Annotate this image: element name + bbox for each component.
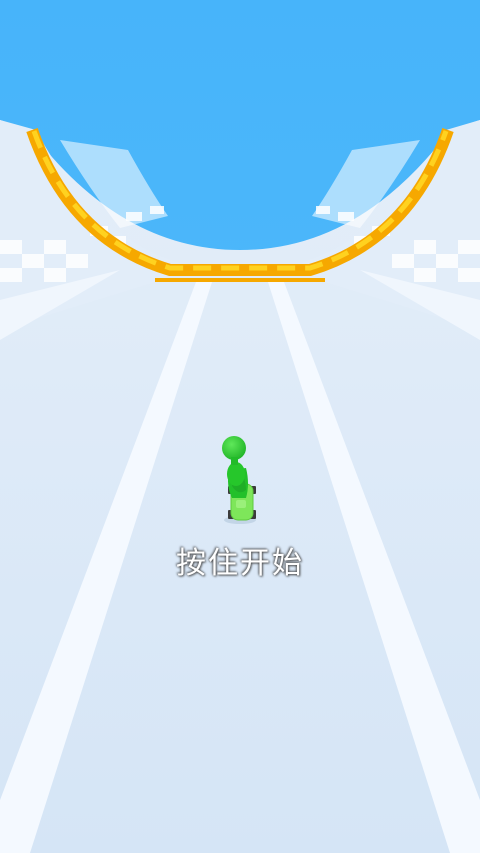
game-screen[interactable]: 按住开始	[0, 0, 480, 853]
game-scene[interactable]	[0, 0, 480, 853]
hold-to-start-hint[interactable]: 按住开始	[0, 538, 480, 582]
